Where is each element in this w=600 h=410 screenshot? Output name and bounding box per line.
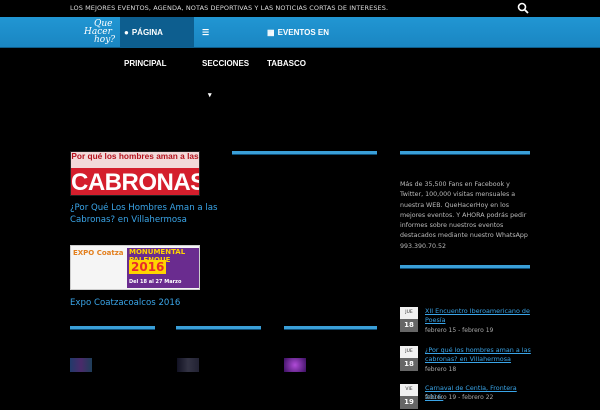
event-date-badge: VIE 19 <box>400 384 418 410</box>
nav-home-label: PÁGINA PRINCIPAL <box>124 28 167 68</box>
nav-sections[interactable]: ☰ SECCIONES ▾ <box>198 17 258 99</box>
event-title-link[interactable]: ¿Por qué los hombres aman a las cabronas… <box>425 346 535 364</box>
nav-events[interactable]: ▦ EVENTOS EN TABASCO <box>263 17 349 68</box>
event-weekday: JUE <box>400 346 418 358</box>
nav-sections-label: SECCIONES <box>202 59 250 68</box>
search-icon[interactable] <box>517 2 529 14</box>
event-weekday: VIE <box>400 384 418 396</box>
calendar-icon: ▦ <box>267 28 275 37</box>
logo-text-3: hoy? <box>94 35 116 45</box>
event-title-link[interactable]: XII Encuentro Iberoamericano de Poesía <box>425 307 535 325</box>
event-item[interactable]: JUE 18 ¿Por qué los hombres aman a las c… <box>400 346 540 376</box>
thumb-divider <box>284 326 377 329</box>
sidebar-divider <box>400 265 530 268</box>
post-banner-expo[interactable]: EXPO Coatza MONUMENTAL PALENQUE 2016 Del… <box>70 245 200 290</box>
nav-events-label: EVENTOS EN TABASCO <box>267 28 329 68</box>
post-banner-cabronas[interactable]: Por qué los hombres aman a las CABRONAS <box>70 151 200 196</box>
sidebar-about-text: Más de 35,500 Fans en Facebook y Twitter… <box>400 181 528 250</box>
column-divider <box>232 151 377 154</box>
event-day: 18 <box>400 358 418 371</box>
event-weekday: JUE <box>400 307 418 319</box>
event-item[interactable]: JUE 18 XII Encuentro Iberoamericano de P… <box>400 307 540 337</box>
home-icon: ● <box>124 28 129 37</box>
list-icon: ☰ <box>202 28 210 37</box>
post-thumbnail[interactable] <box>70 358 92 372</box>
banner-expo-year: 2016 <box>129 260 167 274</box>
sidebar-divider <box>400 151 530 154</box>
main-nav: Que Hacer hoy? ● PÁGINA PRINCIPAL ☰ SECCIO… <box>0 17 600 99</box>
site-tagline: LOS MEJORES EVENTOS, AGENDA, NOTAS DEPOR… <box>70 4 389 12</box>
event-item[interactable]: VIE 19 Carnaval de Centla, Frontera 2016… <box>400 384 540 409</box>
post-thumbnail[interactable] <box>284 358 306 372</box>
top-bar: LOS MEJORES EVENTOS, AGENDA, NOTAS DEPOR… <box>0 0 600 17</box>
banner-caption: Por qué los hombres aman a las <box>71 152 199 168</box>
thumb-divider <box>70 326 155 329</box>
post-title-link[interactable]: ¿Por Qué Los Hombres Aman a las Cabronas… <box>70 202 220 226</box>
event-day: 18 <box>400 319 418 332</box>
banner-headline: CABRONAS <box>71 169 200 196</box>
thumb-divider <box>176 326 261 329</box>
post-title-link[interactable]: Expo Coatzacoalcos 2016 <box>70 297 220 309</box>
banner-expo-date: Del 18 al 27 Marzo <box>129 279 182 285</box>
nav-home[interactable]: ● PÁGINA PRINCIPAL <box>120 17 194 68</box>
site-logo[interactable]: Que Hacer hoy? <box>84 20 118 45</box>
event-date-range: febrero 18 <box>425 366 457 373</box>
event-date-badge: JUE 18 <box>400 346 418 372</box>
post-thumbnail[interactable] <box>177 358 199 372</box>
chevron-down-icon: ▾ <box>208 92 212 99</box>
event-date-badge: JUE 18 <box>400 307 418 333</box>
event-day: 19 <box>400 396 418 409</box>
banner-expo-logo: EXPO Coatza <box>73 249 124 257</box>
event-date-range: febrero 15 - febrero 19 <box>425 327 494 334</box>
